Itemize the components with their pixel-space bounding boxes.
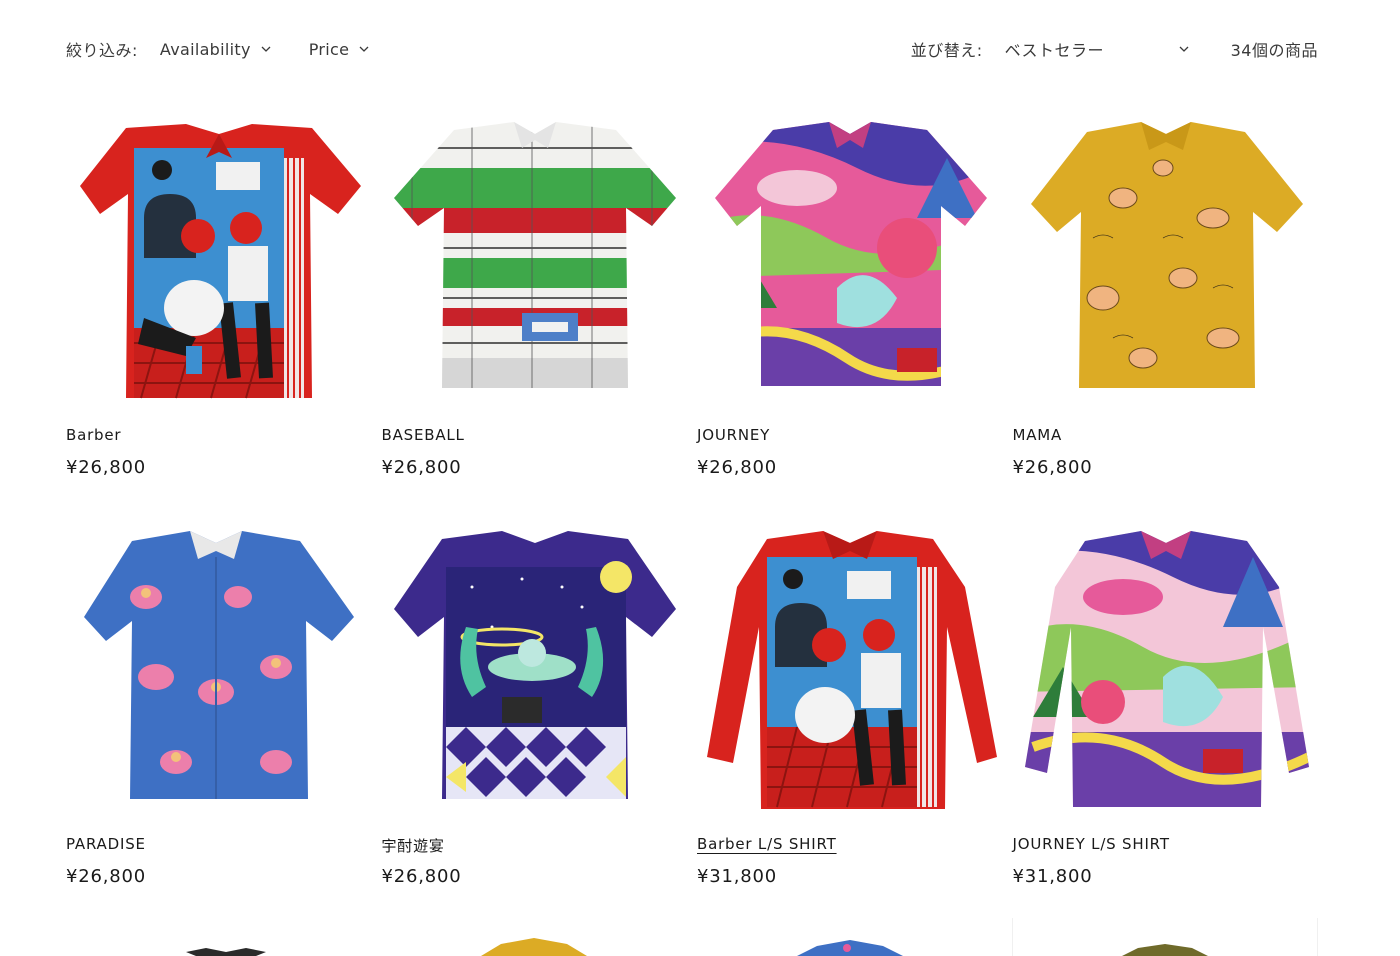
product-price: ¥31,800	[697, 866, 778, 887]
sort-label: 並び替え:	[910, 41, 983, 60]
product-price: ¥26,800	[697, 457, 778, 478]
product-name[interactable]: Barber L/S SHIRT	[697, 835, 837, 853]
sort-select[interactable]: ベストセラー	[1005, 37, 1189, 61]
red-barber-long-sleeve-shirt-icon	[707, 531, 997, 809]
product-card[interactable]: PARADISE ¥26,800	[66, 517, 372, 926]
product-image[interactable]	[382, 108, 688, 408]
product-name[interactable]: BASEBALL	[382, 426, 465, 444]
product-card[interactable]: JOURNEY ¥26,800	[697, 108, 1003, 517]
product-price: ¥26,800	[381, 866, 462, 887]
blue-paradise-shirt-icon	[84, 531, 354, 799]
product-name[interactable]: 宇酎遊宴	[382, 835, 445, 856]
product-image[interactable]	[66, 108, 372, 408]
baseball-shirt-icon	[393, 122, 676, 388]
product-name[interactable]: JOURNEY	[697, 426, 770, 444]
product-count: 34個の商品	[1230, 41, 1318, 60]
journey-long-sleeve-shirt-icon	[1024, 531, 1309, 807]
availability-filter-label: Availability	[159, 39, 251, 59]
purple-space-shirt-icon	[393, 531, 676, 799]
product-image-partial[interactable]	[66, 918, 372, 956]
product-card[interactable]: Barber L/S SHIRT ¥31,800	[697, 517, 1003, 926]
chevron-down-icon	[1179, 46, 1189, 52]
olive-shirt-icon	[1122, 944, 1208, 956]
product-image-partial[interactable]	[697, 918, 1003, 956]
product-card[interactable]: MAMA ¥26,800	[1013, 108, 1319, 517]
product-name[interactable]: MAMA	[1013, 426, 1063, 444]
product-name[interactable]: Barber	[66, 426, 121, 444]
chevron-down-icon	[261, 46, 271, 52]
product-price: ¥26,800	[381, 457, 462, 478]
product-image[interactable]	[66, 517, 372, 817]
red-barber-shirt-icon	[80, 124, 361, 399]
product-image-partial[interactable]	[381, 918, 687, 956]
sort-select-value: ベストセラー	[1004, 41, 1104, 60]
product-price: ¥26,800	[66, 866, 147, 887]
product-image[interactable]	[697, 517, 1003, 817]
product-card[interactable]: 宇酎遊宴 ¥26,800	[382, 517, 688, 926]
price-filter[interactable]: Price	[309, 40, 370, 59]
price-filter-label: Price	[308, 39, 350, 59]
product-image[interactable]	[1013, 517, 1319, 817]
product-price: ¥26,800	[1012, 457, 1093, 478]
product-card[interactable]: JOURNEY L/S SHIRT ¥31,800	[1013, 517, 1319, 926]
product-name[interactable]: JOURNEY L/S SHIRT	[1013, 835, 1170, 853]
product-price: ¥31,800	[1012, 866, 1093, 887]
product-card[interactable]: Barber ¥26,800	[66, 108, 372, 517]
yellow-mama-shirt-icon	[1030, 122, 1303, 388]
yellow-shirt-icon	[481, 938, 587, 956]
availability-filter[interactable]: Availability	[160, 40, 271, 59]
blue-shirt-icon	[797, 940, 903, 956]
filter-label: 絞り込み:	[66, 41, 138, 60]
product-card[interactable]: BASEBALL ¥26,800	[382, 108, 688, 517]
product-image-partial[interactable]	[1012, 918, 1318, 956]
product-name[interactable]: PARADISE	[66, 835, 146, 853]
product-image[interactable]	[382, 517, 688, 817]
filter-sort-bar: 絞り込み: Availability Price 並び替え: ベストセラー 34…	[66, 30, 1318, 68]
chevron-down-icon	[359, 46, 369, 52]
product-grid: Barber ¥26,800 BASEBALL ¥26,800 JOURNEY …	[66, 108, 1319, 926]
dark-shirt-icon	[186, 948, 266, 956]
product-image[interactable]	[1013, 108, 1319, 408]
product-image[interactable]	[697, 108, 1003, 408]
product-price: ¥26,800	[66, 457, 147, 478]
journey-shirt-icon	[715, 122, 987, 386]
